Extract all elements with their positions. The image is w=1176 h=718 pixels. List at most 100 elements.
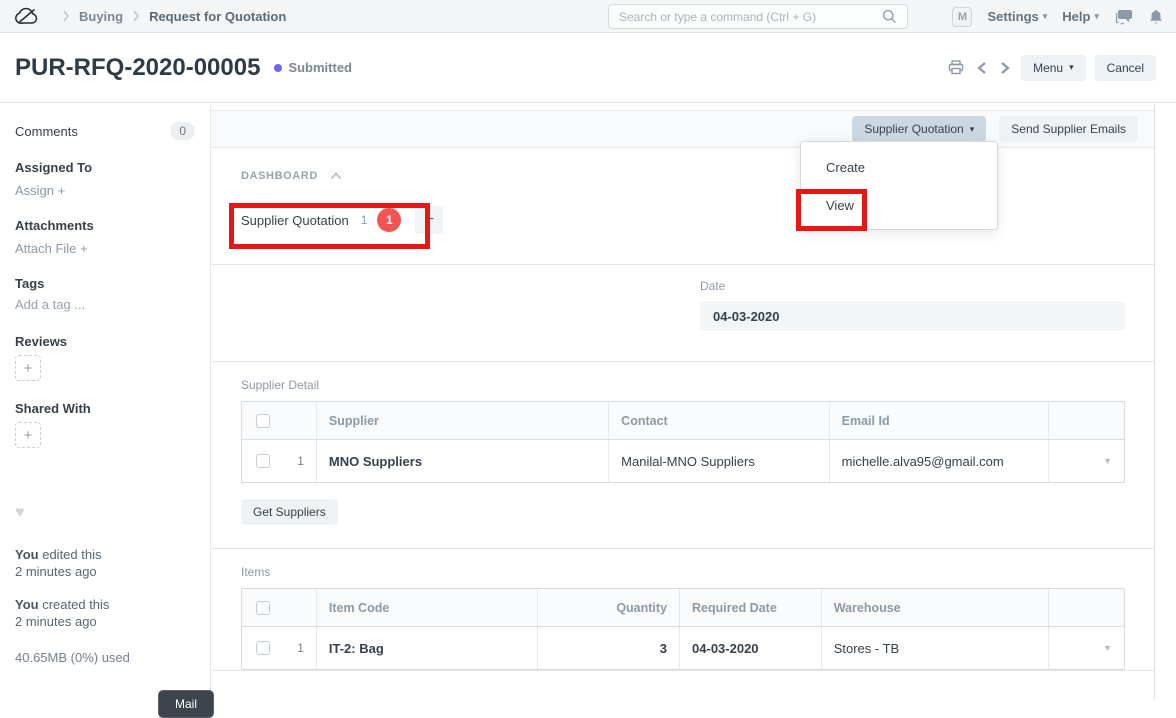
grid-header-row: Item Code Quantity Required Date Warehou…: [242, 589, 1124, 627]
form-body: Supplier Quotation ▾ Send Supplier Email…: [211, 104, 1155, 700]
cell-supplier[interactable]: MNO Suppliers: [317, 440, 609, 482]
add-review-button[interactable]: +: [15, 355, 41, 381]
mail-tooltip: Mail: [158, 690, 214, 718]
row-index: 1: [297, 454, 304, 468]
cell-required-date[interactable]: 04-03-2020: [680, 627, 822, 669]
share-button[interactable]: +: [15, 422, 41, 448]
row-expand-chevron-down-icon[interactable]: ▼: [1049, 627, 1124, 669]
date-field-value[interactable]: 04-03-2020: [700, 301, 1125, 331]
add-tag-input[interactable]: Add a tag ...: [15, 297, 195, 312]
new-supplier-quotation-button[interactable]: +: [415, 206, 443, 234]
column-header-contact: Contact: [609, 402, 829, 439]
date-section: Date 04-03-2020: [211, 265, 1154, 362]
breadcrumb-request-for-quotation[interactable]: Request for Quotation: [149, 9, 286, 24]
like-heart-icon[interactable]: ♥: [15, 504, 195, 522]
dropdown-item-create[interactable]: Create: [801, 148, 997, 186]
assign-button[interactable]: Assign +: [15, 183, 195, 198]
user-avatar[interactable]: M: [952, 7, 972, 27]
menu-button[interactable]: Menu ▾: [1021, 55, 1086, 81]
caret-down-icon: ▾: [1043, 11, 1048, 22]
send-supplier-emails-label: Send Supplier Emails: [1011, 122, 1126, 136]
tags-heading: Tags: [15, 276, 195, 291]
search-input[interactable]: [608, 4, 908, 29]
status-badge: Submitted: [274, 60, 352, 75]
status-dot-icon: [274, 64, 282, 72]
row-checkbox[interactable]: [256, 641, 270, 655]
assign-label: Assign: [15, 183, 54, 198]
comments-count-badge: 0: [170, 122, 195, 140]
chevron-up-icon[interactable]: [330, 172, 342, 180]
caret-down-icon: ▾: [1094, 11, 1099, 22]
supplier-quotation-dropdown-menu: Create View: [800, 141, 998, 230]
activity-action: edited this: [42, 547, 101, 562]
cell-item-code[interactable]: IT-2: Bag: [317, 627, 538, 669]
get-suppliers-label: Get Suppliers: [253, 505, 326, 519]
dashboard-heading: DASHBOARD: [241, 170, 318, 182]
plus-icon: +: [425, 211, 434, 229]
select-all-checkbox[interactable]: [256, 601, 270, 615]
search-icon[interactable]: [882, 9, 897, 29]
help-label: Help: [1062, 9, 1090, 24]
supplier-quotation-link[interactable]: Supplier Quotation: [241, 213, 349, 228]
comments-label: Comments: [15, 124, 78, 139]
dropdown-item-view[interactable]: View: [801, 186, 997, 224]
menu-button-label: Menu: [1033, 61, 1063, 75]
page-head-actions: Menu ▾ Cancel: [946, 55, 1156, 81]
plus-icon: +: [24, 427, 33, 444]
supplier-detail-section: Supplier Detail Supplier Contact Email I…: [211, 362, 1154, 549]
comments-row[interactable]: Comments 0: [15, 122, 195, 140]
supplier-detail-label: Supplier Detail: [241, 378, 1124, 392]
navbar: Buying Request for Quotation M Settings …: [0, 0, 1176, 33]
activity-actor: You: [15, 597, 39, 612]
shared-with-heading: Shared With: [15, 401, 195, 416]
supplier-quotation-badge[interactable]: 1: [377, 208, 401, 232]
chevron-right-icon: [132, 10, 140, 22]
select-all-checkbox[interactable]: [256, 414, 270, 428]
column-header-quantity: Quantity: [538, 589, 680, 626]
send-supplier-emails-button[interactable]: Send Supplier Emails: [999, 116, 1138, 142]
cell-contact[interactable]: Manilal-MNO Suppliers: [609, 440, 829, 482]
activity-time: 2 minutes ago: [15, 614, 97, 629]
cell-email-id[interactable]: michelle.alva95@gmail.com: [830, 440, 1049, 482]
cell-warehouse[interactable]: Stores - TB: [822, 627, 1049, 669]
activity-action: created this: [42, 597, 109, 612]
table-row: 1 IT-2: Bag 3 04-03-2020 Stores - TB ▼: [242, 627, 1124, 669]
chat-icon[interactable]: [1114, 9, 1134, 25]
cell-quantity[interactable]: 3: [538, 627, 680, 669]
activity-edited: You edited this 2 minutes ago: [15, 546, 195, 580]
plus-icon: +: [24, 360, 33, 377]
print-icon[interactable]: [946, 58, 966, 77]
app-logo-icon[interactable]: [15, 7, 39, 25]
row-expand-chevron-down-icon[interactable]: ▼: [1049, 440, 1124, 482]
status-label: Submitted: [288, 60, 352, 75]
bell-icon[interactable]: [1149, 9, 1163, 25]
breadcrumb-buying[interactable]: Buying: [79, 9, 123, 24]
supplier-quotation-button-label: Supplier Quotation: [864, 122, 963, 136]
chevron-right-icon: [62, 10, 70, 22]
assigned-to-heading: Assigned To: [15, 160, 195, 175]
table-row: 1 MNO Suppliers Manilal-MNO Suppliers mi…: [242, 440, 1124, 482]
date-field-label: Date: [700, 279, 1125, 293]
column-header-supplier: Supplier: [317, 402, 609, 439]
form-sidebar: Comments 0 Assigned To Assign + Attachme…: [0, 104, 211, 700]
activity-time: 2 minutes ago: [15, 564, 97, 579]
reviews-heading: Reviews: [15, 334, 195, 349]
get-suppliers-button[interactable]: Get Suppliers: [241, 499, 338, 525]
attach-file-button[interactable]: Attach File +: [15, 241, 195, 256]
column-header-warehouse: Warehouse: [822, 589, 1049, 626]
next-document-icon[interactable]: [998, 59, 1012, 77]
supplier-detail-grid: Supplier Contact Email Id 1 MNO Supplier…: [241, 401, 1125, 483]
attach-file-label: Attach File: [15, 241, 76, 256]
help-menu[interactable]: Help ▾: [1062, 9, 1099, 24]
grid-header-row: Supplier Contact Email Id: [242, 402, 1124, 440]
supplier-quotation-dropdown-button[interactable]: Supplier Quotation ▾: [852, 116, 986, 142]
page-title: PUR-RFQ-2020-00005: [15, 54, 260, 82]
cancel-button[interactable]: Cancel: [1095, 55, 1156, 81]
plus-icon: +: [80, 241, 88, 256]
supplier-quotation-count: 1: [361, 213, 368, 227]
caret-down-icon: ▾: [1069, 62, 1074, 73]
settings-menu[interactable]: Settings ▾: [987, 9, 1047, 24]
row-checkbox[interactable]: [256, 454, 270, 468]
previous-document-icon[interactable]: [975, 59, 989, 77]
activity-created: You created this 2 minutes ago: [15, 596, 195, 630]
